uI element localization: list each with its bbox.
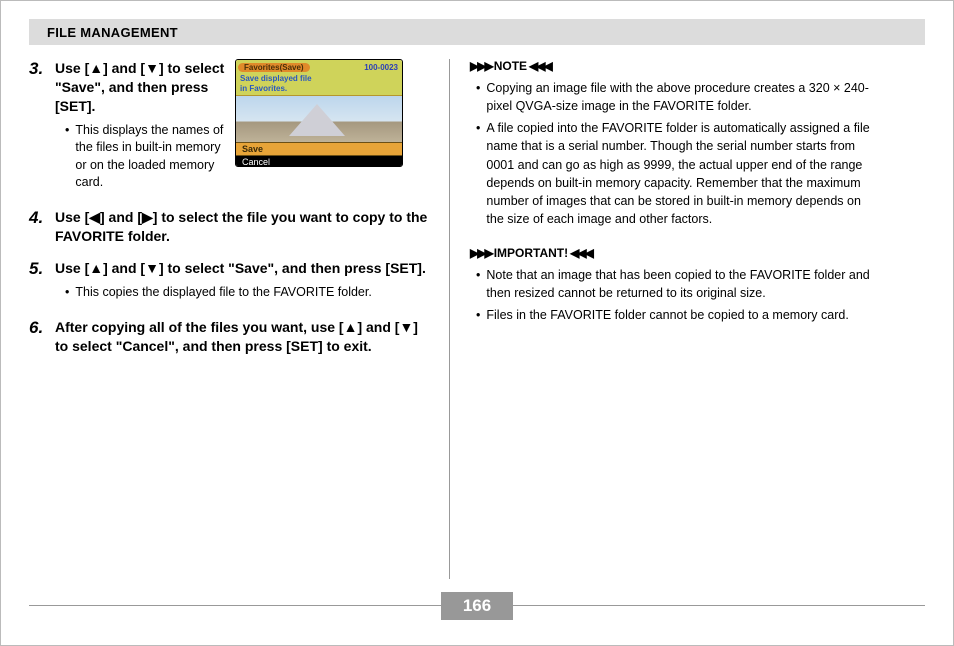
screenshot-sub-line1: Save displayed file bbox=[240, 74, 398, 84]
step-3: 3. Use [▲] and [▼] to select "Save", and… bbox=[29, 59, 429, 194]
arrow-right-icon: ▶▶▶ bbox=[470, 246, 492, 260]
step-4-body: Use [◀] and [▶] to select the file you w… bbox=[55, 208, 429, 246]
screenshot-file-number: 100-0023 bbox=[364, 63, 398, 72]
bullet-item: A file copied into the FAVORITE folder i… bbox=[476, 119, 879, 228]
menu-item-cancel: Cancel bbox=[236, 156, 402, 167]
left-column: 3. Use [▲] and [▼] to select "Save", and… bbox=[29, 59, 449, 579]
two-column-layout: 3. Use [▲] and [▼] to select "Save", and… bbox=[29, 59, 925, 579]
mountain-icon bbox=[289, 104, 345, 136]
bullet-item: This displays the names of the files in … bbox=[65, 122, 225, 192]
step-title: Use [▲] and [▼] to select "Save", and th… bbox=[55, 59, 225, 116]
note-bullets: Copying an image file with the above pro… bbox=[470, 79, 879, 228]
bullet-text: This copies the displayed file to the FA… bbox=[75, 284, 371, 302]
page-footer: 166 bbox=[29, 591, 925, 619]
note-label: NOTE bbox=[494, 59, 527, 73]
arrow-left-icon: ◀◀◀ bbox=[529, 59, 551, 73]
menu-item-save: Save bbox=[236, 142, 402, 156]
right-column: ▶▶▶ NOTE ◀◀◀ Copying an image file with … bbox=[449, 59, 879, 579]
step-4: 4. Use [◀] and [▶] to select the file yo… bbox=[29, 208, 429, 246]
page-number: 166 bbox=[441, 592, 513, 620]
screenshot-preview bbox=[236, 96, 402, 142]
arrow-right-icon: ▶▶▶ bbox=[470, 59, 492, 73]
screenshot-menu: Save Cancel bbox=[236, 142, 402, 167]
step-3-bullets: This displays the names of the files in … bbox=[55, 122, 225, 192]
step-title: Use [▲] and [▼] to select "Save", and th… bbox=[55, 259, 429, 278]
bullet-text: A file copied into the FAVORITE folder i… bbox=[486, 119, 879, 228]
rule-left bbox=[29, 605, 441, 606]
screenshot-header: Favorites(Save) 100-0023 bbox=[236, 60, 402, 74]
bullet-text: Note that an image that has been copied … bbox=[486, 266, 879, 302]
step-title: After copying all of the files you want,… bbox=[55, 318, 429, 356]
important-heading: ▶▶▶ IMPORTANT! ◀◀◀ bbox=[470, 246, 879, 260]
note-heading: ▶▶▶ NOTE ◀◀◀ bbox=[470, 59, 879, 73]
bullet-item: Copying an image file with the above pro… bbox=[476, 79, 879, 115]
step-6: 6. After copying all of the files you wa… bbox=[29, 318, 429, 356]
step-number: 3. bbox=[29, 59, 55, 194]
important-bullets: Note that an image that has been copied … bbox=[470, 266, 879, 324]
step-5-bullets: This copies the displayed file to the FA… bbox=[55, 284, 429, 302]
page: FILE MANAGEMENT 3. Use [▲] and [▼] to se… bbox=[0, 0, 954, 646]
step-5: 5. Use [▲] and [▼] to select "Save", and… bbox=[29, 259, 429, 303]
bullet-item: Files in the FAVORITE folder cannot be c… bbox=[476, 306, 879, 324]
step-6-body: After copying all of the files you want,… bbox=[55, 318, 429, 356]
bullet-item: This copies the displayed file to the FA… bbox=[65, 284, 429, 302]
arrow-left-icon: ◀◀◀ bbox=[570, 246, 592, 260]
footer-rule: 166 bbox=[29, 591, 925, 619]
important-label: IMPORTANT! bbox=[494, 246, 568, 260]
step-number: 5. bbox=[29, 259, 55, 303]
step-3-text: Use [▲] and [▼] to select "Save", and th… bbox=[55, 59, 225, 194]
step-number: 4. bbox=[29, 208, 55, 246]
step-5-body: Use [▲] and [▼] to select "Save", and th… bbox=[55, 259, 429, 303]
step-3-body: Use [▲] and [▼] to select "Save", and th… bbox=[55, 59, 429, 194]
screenshot-mode-label: Favorites(Save) bbox=[238, 63, 310, 72]
step-number: 6. bbox=[29, 318, 55, 356]
step-title: Use [◀] and [▶] to select the file you w… bbox=[55, 208, 429, 246]
bullet-text: Copying an image file with the above pro… bbox=[486, 79, 879, 115]
device-screenshot: Favorites(Save) 100-0023 Save displayed … bbox=[235, 59, 403, 167]
section-title: FILE MANAGEMENT bbox=[47, 25, 178, 40]
bullet-item: Note that an image that has been copied … bbox=[476, 266, 879, 302]
section-header: FILE MANAGEMENT bbox=[29, 19, 925, 45]
screenshot-sub-line2: in Favorites. bbox=[240, 84, 398, 94]
screenshot-subtitle: Save displayed file in Favorites. bbox=[236, 74, 402, 96]
rule-right bbox=[513, 605, 925, 606]
bullet-text: This displays the names of the files in … bbox=[75, 122, 225, 192]
bullet-text: Files in the FAVORITE folder cannot be c… bbox=[486, 306, 848, 324]
